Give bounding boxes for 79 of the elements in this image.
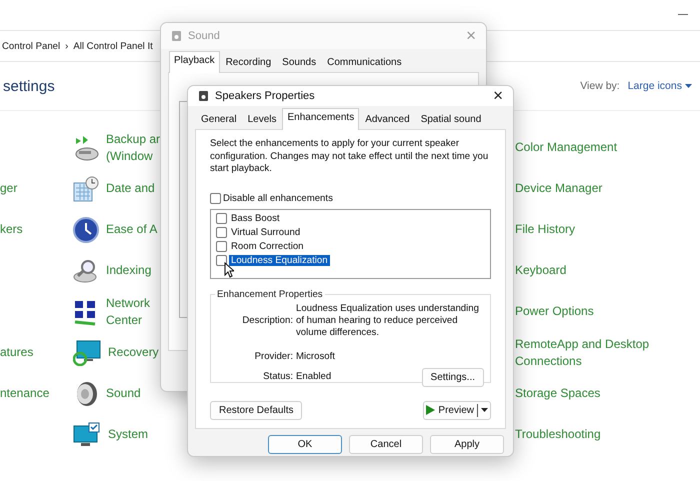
checkbox[interactable]: [216, 227, 227, 238]
settings-link[interactable]: Connections: [515, 354, 582, 368]
settings-link[interactable]: RemoteApp and Desktop: [515, 336, 650, 350]
minimize-icon[interactable]: [678, 14, 688, 16]
window-title: Speakers Properties: [215, 90, 316, 102]
settings-link[interactable]: Device Manager: [515, 181, 602, 195]
caret-icon: [481, 408, 488, 412]
settings-button[interactable]: Settings...: [422, 368, 484, 386]
checkbox[interactable]: [216, 213, 227, 224]
instructions-text: Select the enhancements to apply for your current speaker configuration. Changes may not take effect until the next time you start playback.: [210, 138, 490, 176]
field-value: Microsoft: [296, 350, 336, 362]
speaker-icon: [198, 90, 209, 102]
field-value: Enabled: [296, 371, 332, 383]
settings-link[interactable]: Power Options: [515, 304, 594, 318]
settings-link[interactable]: Storage Spaces: [515, 386, 600, 400]
settings-link[interactable]: ger: [0, 180, 18, 197]
field-label: Provider:: [254, 350, 293, 362]
settings-link[interactable]: Network: [106, 296, 150, 310]
checkbox-label: Disable all enhancements: [223, 193, 333, 204]
tab[interactable]: Communications: [322, 53, 407, 72]
play-icon: [426, 405, 436, 415]
preview-button[interactable]: Preview: [423, 400, 491, 420]
settings-link[interactable]: Date and: [106, 181, 155, 195]
settings-link[interactable]: Keyboard: [515, 263, 566, 277]
close-button[interactable]: ×: [466, 26, 476, 46]
dialog-button[interactable]: Cancel: [349, 434, 423, 454]
clock-circle-icon: [73, 216, 99, 242]
tab[interactable]: Advanced: [360, 110, 415, 129]
breadcrumb-separator: ›: [65, 40, 68, 52]
field-label: Status:: [262, 371, 293, 383]
settings-link[interactable]: Indexing: [106, 263, 152, 277]
settings-link[interactable]: (Window: [106, 148, 153, 162]
calendar-clock-icon: [73, 174, 99, 202]
checkbox[interactable]: [216, 255, 227, 266]
view-by-label: View by:: [580, 80, 620, 92]
dialog-button[interactable]: Apply: [430, 434, 504, 454]
tab[interactable]: Enhancements: [282, 108, 360, 130]
close-button[interactable]: ×: [493, 86, 503, 106]
tab[interactable]: Recording: [220, 53, 276, 72]
settings-link[interactable]: System: [108, 427, 148, 441]
restore-defaults-button[interactable]: Restore Defaults: [210, 400, 302, 420]
search-drive-icon: [73, 258, 99, 284]
backup-drive-icon: [73, 134, 99, 162]
checkbox[interactable]: [210, 193, 221, 204]
field-value: Loudness Equalization uses understanding of human hearing to reduce perceived volume differences.: [296, 302, 480, 338]
window-title: Sound: [188, 30, 221, 42]
list-item[interactable]: Virtual Surround: [229, 227, 302, 238]
tab[interactable]: Playback: [169, 51, 220, 73]
monitor-restore-icon: [73, 340, 101, 366]
settings-link[interactable]: Backup ar: [106, 132, 160, 146]
settings-link[interactable]: Sound: [106, 386, 141, 400]
list-item[interactable]: Room Correction: [229, 241, 306, 252]
tab[interactable]: Levels: [242, 110, 282, 129]
view-by-dropdown[interactable]: Large icons: [628, 80, 692, 92]
monitor-check-icon: [73, 422, 101, 448]
settings-link[interactable]: kers: [0, 221, 23, 238]
list-item[interactable]: Bass Boost: [229, 213, 282, 224]
caret-icon: [685, 84, 692, 88]
settings-link[interactable]: Recovery: [108, 345, 159, 359]
speaker-icon: [171, 30, 182, 42]
settings-link[interactable]: ntenance: [0, 385, 50, 402]
breadcrumb-link[interactable]: Control Panel: [2, 40, 60, 52]
breadcrumb-link[interactable]: All Control Panel It: [73, 40, 153, 52]
page-title: settings: [3, 78, 55, 94]
list-item[interactable]: Loudness Equalization: [229, 255, 330, 266]
tab[interactable]: Sounds: [277, 53, 322, 72]
field-label: Description:: [241, 314, 293, 326]
dialog-button[interactable]: OK: [268, 434, 342, 454]
checkbox[interactable]: [216, 241, 227, 252]
tab[interactable]: General: [196, 110, 242, 129]
settings-link[interactable]: Troubleshooting: [515, 427, 601, 441]
settings-link[interactable]: Ease of A: [106, 222, 158, 236]
settings-link[interactable]: Color Management: [515, 140, 618, 154]
settings-link[interactable]: atures: [0, 344, 34, 361]
settings-link[interactable]: Center: [106, 312, 142, 326]
mouse-cursor-icon: [224, 262, 234, 278]
tab[interactable]: Spatial sound: [416, 110, 486, 129]
settings-link[interactable]: File History: [515, 222, 576, 236]
group-legend: Enhancement Properties: [215, 288, 325, 300]
